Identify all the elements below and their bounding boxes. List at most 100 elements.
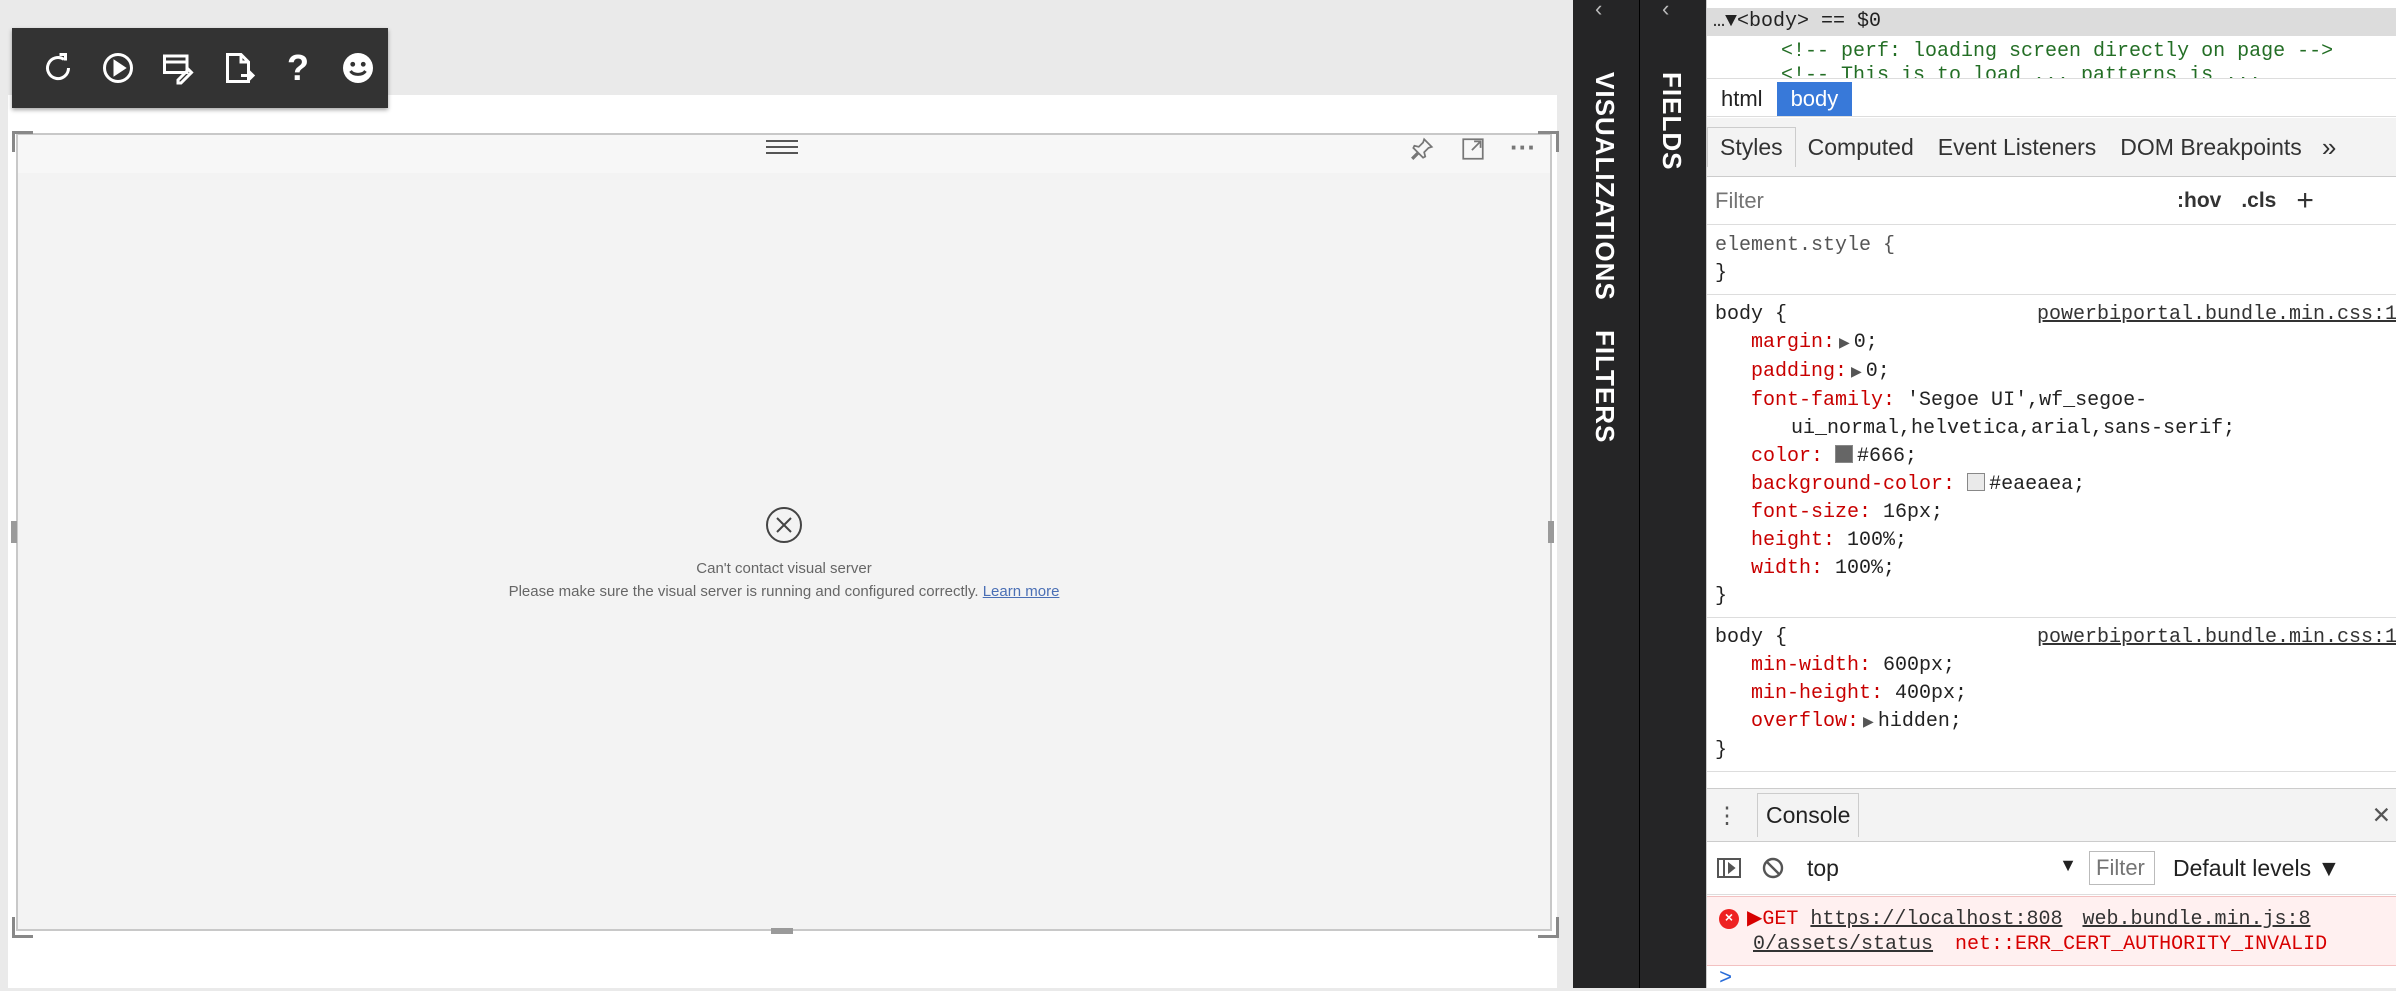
focus-mode-button[interactable] bbox=[1456, 132, 1490, 166]
console-toolbar: top ▼ Default levels ▼ bbox=[1707, 842, 2396, 895]
decl-width[interactable]: width: 100%; bbox=[1715, 555, 2389, 583]
tab-event-listeners[interactable]: Event Listeners bbox=[1926, 128, 2109, 167]
body-rule-1[interactable]: body { powerbiportal.bundle.min.css:1 ma… bbox=[1707, 295, 2396, 618]
decl-color[interactable]: color: #666; bbox=[1715, 443, 2389, 471]
expand-chevron-icon[interactable]: ‹ bbox=[1662, 0, 1669, 22]
rule-selector: element.style { bbox=[1715, 234, 1896, 257]
styles-filter-input[interactable] bbox=[1707, 187, 2177, 215]
add-rule-icon[interactable]: + bbox=[2296, 184, 2314, 218]
rule-close: } bbox=[1715, 739, 1728, 762]
decl-min-height[interactable]: min-height: 400px; bbox=[1715, 680, 2389, 708]
crumb-html[interactable]: html bbox=[1707, 82, 1777, 116]
body-rule-2[interactable]: body { powerbiportal.bundle.min.css:1 mi… bbox=[1707, 618, 2396, 772]
feedback-button[interactable] bbox=[328, 36, 388, 100]
error-method[interactable]: ▶GET bbox=[1747, 908, 1798, 931]
visualizations-pane[interactable]: ‹ VISUALIZATIONS FILTERS bbox=[1573, 0, 1640, 988]
expand-triangle-icon: ▶ bbox=[1839, 336, 1850, 352]
more-options-icon: ··· bbox=[1510, 131, 1536, 162]
show-sidebar-button[interactable] bbox=[1707, 856, 1751, 880]
error-message: Please make sure the visual server is ru… bbox=[16, 583, 1552, 600]
rule-source-link[interactable]: powerbiportal.bundle.min.css:1 bbox=[2037, 301, 2396, 329]
rule-close: } bbox=[1715, 262, 1728, 285]
sidebar-toggle-icon bbox=[1717, 858, 1741, 878]
decl-font-family-cont: ui_normal,helvetica,arial,sans-serif; bbox=[1791, 417, 2236, 440]
breadcrumb: html body bbox=[1707, 82, 2396, 117]
learn-more-link[interactable]: Learn more bbox=[983, 583, 1060, 600]
fields-pane[interactable]: ‹ FIELDS bbox=[1640, 0, 1706, 988]
refresh-icon bbox=[46, 53, 71, 81]
context-select[interactable]: top ▼ bbox=[1795, 855, 2089, 882]
styles-tabs: Styles Computed Event Listeners DOM Brea… bbox=[1707, 118, 2396, 177]
more-tabs-icon[interactable]: » bbox=[2322, 132, 2336, 163]
close-drawer-icon[interactable]: ✕ bbox=[2372, 802, 2391, 829]
play-icon bbox=[103, 53, 133, 83]
play-button[interactable] bbox=[88, 36, 148, 100]
error-url[interactable]: https://localhost:808 bbox=[1810, 908, 2062, 931]
help-button[interactable]: ? bbox=[268, 36, 328, 100]
error-icon: × bbox=[1719, 909, 1739, 929]
error-text: net::ERR_CERT_AUTHORITY_INVALID bbox=[1955, 933, 2328, 956]
color-swatch[interactable] bbox=[1967, 473, 1986, 491]
refresh-button[interactable] bbox=[28, 36, 88, 100]
tab-console[interactable]: Console bbox=[1757, 793, 1860, 837]
resize-corner-top-left[interactable] bbox=[12, 131, 33, 152]
styles-filter-bar: :hov .cls + bbox=[1707, 178, 2396, 225]
visualizations-pane-label[interactable]: VISUALIZATIONS bbox=[1589, 72, 1620, 301]
focus-mode-icon bbox=[1462, 138, 1484, 160]
export-button[interactable] bbox=[208, 36, 268, 100]
edit-window-button[interactable] bbox=[148, 36, 208, 100]
clear-console-icon bbox=[1762, 857, 1784, 879]
export-icon bbox=[226, 53, 256, 83]
dom-comment[interactable]: <!-- perf: loading screen directly on pa… bbox=[1781, 38, 2333, 66]
decl-padding[interactable]: padding: ▶ 0; bbox=[1715, 358, 2389, 387]
tab-dom-breakpoints[interactable]: DOM Breakpoints bbox=[2108, 128, 2314, 167]
dom-comment[interactable]: <!-- This is to load ... patterns is ... bbox=[1781, 64, 2261, 78]
more-options-button[interactable]: ··· bbox=[1506, 130, 1540, 164]
tab-computed[interactable]: Computed bbox=[1796, 128, 1926, 167]
dom-node-body[interactable]: …▼<body> == $0 bbox=[1707, 8, 2396, 36]
resize-corner-top-right[interactable] bbox=[1538, 131, 1559, 152]
resize-corner-bottom-left[interactable] bbox=[12, 917, 33, 938]
pin-visual-button[interactable] bbox=[1405, 132, 1439, 166]
crumb-body[interactable]: body bbox=[1776, 82, 1853, 116]
decl-font-family[interactable]: font-family: 'Segoe UI',wf_segoe- bbox=[1715, 387, 2389, 415]
error-source-link[interactable]: web.bundle.min.js:8 bbox=[2082, 908, 2310, 931]
rule-source-link[interactable]: powerbiportal.bundle.min.css:1 bbox=[2037, 624, 2396, 652]
cls-toggle[interactable]: .cls bbox=[2241, 189, 2276, 213]
devtools-panel: …▼<body> == $0 <!-- perf: loading screen… bbox=[1706, 0, 2396, 991]
decl-font-size[interactable]: font-size: 16px; bbox=[1715, 499, 2389, 527]
error-circle-x-icon bbox=[766, 507, 802, 543]
help-icon: ? bbox=[287, 47, 309, 88]
dom-tree[interactable]: …▼<body> == $0 <!-- perf: loading screen… bbox=[1707, 0, 2396, 79]
clear-console-button[interactable] bbox=[1751, 856, 1795, 880]
resize-handle-bottom[interactable] bbox=[771, 928, 793, 934]
console-filter-input[interactable] bbox=[2089, 851, 2155, 885]
style-rules: element.style { } body { powerbiportal.b… bbox=[1707, 226, 2396, 772]
filters-pane-label[interactable]: FILTERS bbox=[1589, 330, 1620, 443]
hov-toggle[interactable]: :hov bbox=[2177, 189, 2221, 213]
decl-overflow[interactable]: overflow: ▶ hidden; bbox=[1715, 708, 2389, 737]
expand-chevron-icon[interactable]: ‹ bbox=[1595, 0, 1602, 22]
color-swatch[interactable] bbox=[1835, 445, 1854, 463]
decl-margin[interactable]: margin: ▶ 0; bbox=[1715, 329, 2389, 358]
error-url-cont[interactable]: 0/assets/status bbox=[1753, 933, 1933, 956]
drawer-menu-icon[interactable]: ⋮ bbox=[1707, 802, 1747, 829]
resize-corner-bottom-right[interactable] bbox=[1538, 917, 1559, 938]
log-levels-dropdown[interactable]: Default levels ▼ bbox=[2173, 855, 2340, 882]
decl-height[interactable]: height: 100%; bbox=[1715, 527, 2389, 555]
visual-toolbar: ? bbox=[12, 28, 388, 108]
drag-grip[interactable] bbox=[766, 136, 798, 156]
console-prompt[interactable]: > bbox=[1719, 966, 1732, 991]
decl-background-color[interactable]: background-color: #eaeaea; bbox=[1715, 471, 2389, 499]
console-error-message[interactable]: × ▶GET https://localhost:808 web.bundle.… bbox=[1707, 896, 2396, 966]
chevron-down-icon: ▼ bbox=[2059, 854, 2077, 875]
edit-window-icon bbox=[163, 54, 194, 85]
pin-icon bbox=[1411, 137, 1434, 160]
error-message-text: Please make sure the visual server is ru… bbox=[508, 583, 979, 600]
error-line-2: 0/assets/status net::ERR_CERT_AUTHORITY_… bbox=[1753, 933, 2327, 956]
tab-styles[interactable]: Styles bbox=[1707, 127, 1796, 167]
rule-close: } bbox=[1715, 585, 1728, 608]
element-style-rule[interactable]: element.style { } bbox=[1707, 226, 2396, 295]
decl-min-width[interactable]: min-width: 600px; bbox=[1715, 652, 2389, 680]
fields-pane-label[interactable]: FIELDS bbox=[1656, 72, 1687, 170]
